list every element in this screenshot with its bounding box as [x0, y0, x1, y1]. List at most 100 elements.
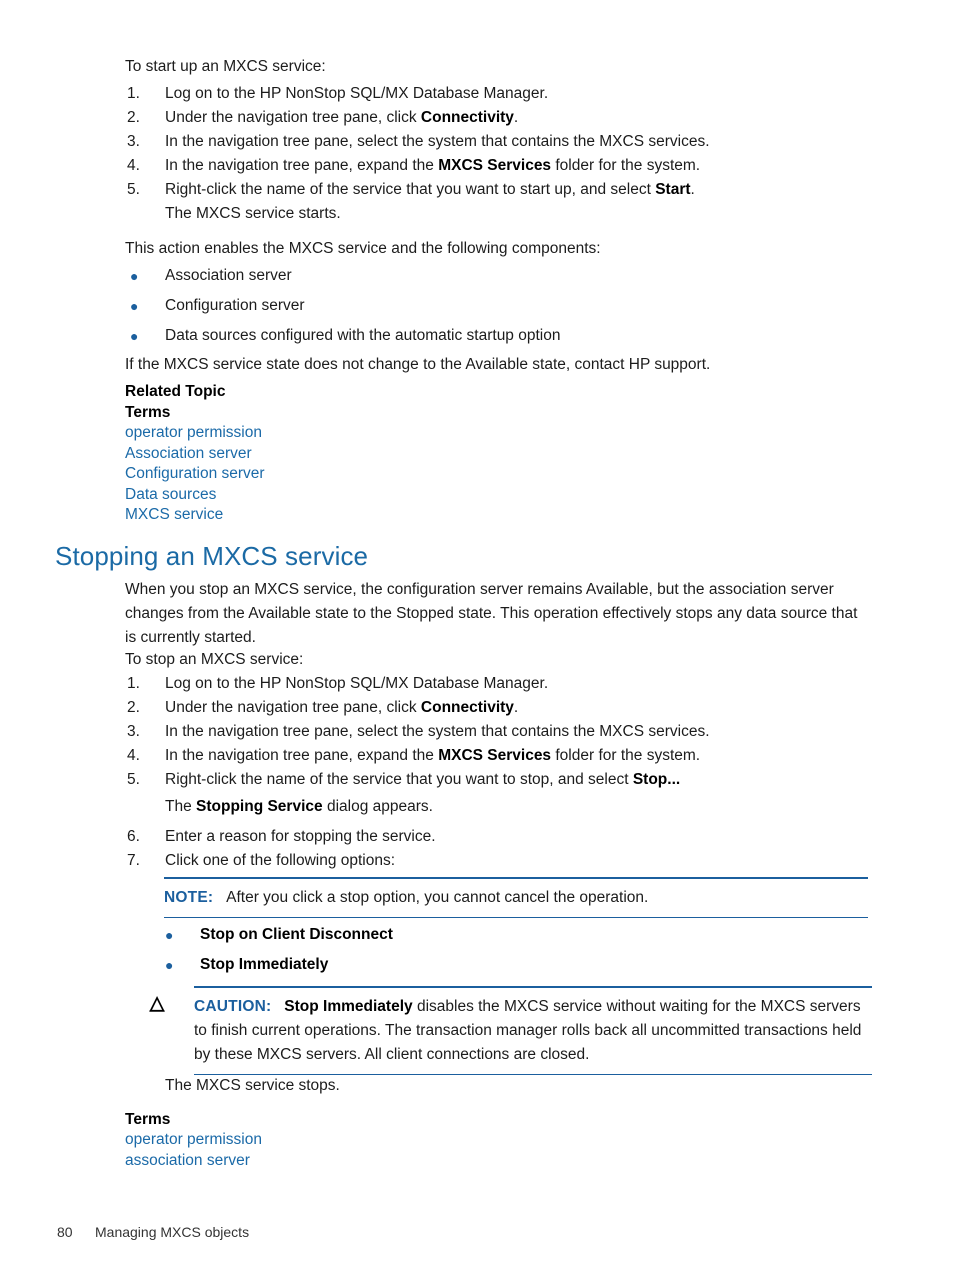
step-number: 1.	[127, 85, 140, 102]
step-text: In the navigation tree pane, select the …	[165, 723, 710, 740]
step-number: 5.	[127, 181, 140, 198]
step-emphasis: MXCS Services	[438, 747, 552, 764]
step-number: 7.	[127, 852, 140, 869]
note-label: NOTE:	[164, 888, 214, 906]
term-link-configuration-server[interactable]: Configuration server	[125, 464, 870, 485]
start-components-intro: This action enables the MXCS service and…	[125, 240, 601, 257]
step-text: Under the navigation tree pane, click	[165, 699, 421, 716]
step-text-tail: .	[513, 699, 519, 716]
step-number: 2.	[127, 699, 140, 716]
step-result-text: The MXCS service starts.	[165, 205, 341, 222]
list-item: ● Association server	[125, 261, 870, 291]
list-item: 5. Right-click the name of the service th…	[125, 768, 870, 792]
stop-options-list: ● Stop on Client Disconnect ● Stop Immedia…	[160, 920, 860, 980]
stop-result-text: The MXCS service stops.	[165, 1077, 340, 1094]
step-emphasis: Connectivity	[420, 109, 514, 126]
footer-chapter-title: Managing MXCS objects	[95, 1224, 250, 1240]
term-link-association-server[interactable]: association server	[125, 1151, 870, 1172]
stop-result: The MXCS service stops.	[125, 1074, 910, 1098]
step-text: Click one of the following options:	[165, 852, 396, 869]
step-number: 3.	[127, 723, 140, 740]
step-text: Under the navigation tree pane, click	[165, 109, 421, 126]
list-item: ● Stop Immediately	[160, 950, 860, 980]
stop-intro-paragraph: To stop an MXCS service:	[125, 651, 304, 668]
start-closing-paragraph: If the MXCS service state does not chang…	[125, 356, 711, 373]
step-number: 3.	[127, 133, 140, 150]
start-related-topic-block: Related Topic Terms operator permission …	[125, 381, 870, 526]
step-number: 6.	[127, 828, 140, 845]
step-number: 2.	[127, 109, 140, 126]
step-text: Enter a reason for stopping the service.	[165, 828, 436, 845]
step-emphasis: Stop...	[632, 771, 681, 788]
step-text-tail: .	[513, 109, 519, 126]
warning-triangle-icon: △	[149, 993, 165, 1014]
page-footer: 80 Managing MXCS objects	[57, 1223, 249, 1271]
step-text: Right-click the name of the service that…	[165, 181, 656, 198]
caution-admonition: △ CAUTION: Stop Immediately disables the…	[150, 986, 872, 1076]
step-number: 4.	[127, 157, 140, 174]
stop-steps-list-tail: 6. Enter a reason for stopping the servic…	[125, 825, 870, 873]
terms-label: Terms	[125, 1111, 171, 1128]
step-text-tail: folder for the system.	[551, 747, 701, 764]
start-components-list: ● Association server ● Configuration serve…	[125, 261, 870, 351]
related-topic-label: Related Topic	[125, 383, 226, 400]
stop-step5-result: The Stopping Service dialog appears.	[125, 795, 910, 819]
step-text: In the navigation tree pane, select the …	[165, 133, 710, 150]
step-emphasis: Start	[655, 181, 691, 198]
term-link-association-server[interactable]: Association server	[125, 444, 870, 465]
term-link-operator-permission[interactable]: operator permission	[125, 1130, 870, 1151]
stop-steps-list: 1. Log on to the HP NonStop SQL/MX Databa…	[125, 672, 870, 792]
step-result: The MXCS service starts.	[125, 202, 870, 226]
list-item: 1. Log on to the HP NonStop SQL/MX Databa…	[125, 82, 870, 106]
term-link-data-sources[interactable]: Data sources	[125, 485, 870, 506]
list-item: 2. Under the navigation tree pane, click …	[125, 696, 870, 720]
caution-body: CAUTION: Stop Immediately disables the M…	[194, 988, 872, 1074]
bullet-icon: ●	[130, 328, 139, 344]
bullet-icon: ●	[165, 957, 174, 973]
bullet-icon: ●	[165, 927, 174, 943]
list-item: 4. In the navigation tree pane, expand th…	[125, 744, 870, 768]
list-item: 5. Right-click the name of the service th…	[125, 178, 870, 202]
list-item-label: Configuration server	[165, 297, 305, 314]
list-item: 2. Under the navigation tree pane, click …	[125, 106, 870, 130]
start-steps-list: 1. Log on to the HP NonStop SQL/MX Databa…	[125, 82, 870, 226]
step-number: 4.	[127, 747, 140, 764]
page-title: Stopping an MXCS service	[55, 541, 369, 571]
document-page: To start up an MXCS service: 1. Log on to…	[0, 0, 954, 1271]
note-admonition: NOTE: After you click a stop option, you…	[164, 877, 868, 919]
bullet-icon: ●	[130, 298, 139, 314]
list-item-label: Data sources configured with the automat…	[165, 327, 561, 344]
list-item: ● Data sources configured with the automa…	[125, 321, 870, 351]
list-item: 3. In the navigation tree pane, select th…	[125, 130, 870, 154]
list-item: 1. Log on to the HP NonStop SQL/MX Databa…	[125, 672, 870, 696]
list-item-label: Association server	[165, 267, 292, 284]
list-item: ● Configuration server	[125, 291, 870, 321]
step-number: 1.	[127, 675, 140, 692]
option-label-stop-immediately: Stop Immediately	[200, 956, 329, 973]
term-link-mxcs-service[interactable]: MXCS service	[125, 505, 870, 526]
list-item: 4. In the navigation tree pane, expand th…	[125, 154, 870, 178]
caution-label: CAUTION:	[194, 997, 272, 1015]
note-text: After you click a stop option, you canno…	[226, 888, 649, 906]
step-text: In the navigation tree pane, expand the	[165, 157, 439, 174]
result-text-tail: dialog appears.	[322, 798, 433, 815]
note-body: NOTE: After you click a stop option, you…	[164, 879, 868, 917]
list-item: 3. In the navigation tree pane, select th…	[125, 720, 870, 744]
term-link-operator-permission[interactable]: operator permission	[125, 423, 870, 444]
step-text: Log on to the HP NonStop SQL/MX Database…	[165, 85, 549, 102]
list-item: 6. Enter a reason for stopping the servic…	[125, 825, 870, 849]
step-text: Right-click the name of the service that…	[165, 771, 633, 788]
start-intro-paragraph: To start up an MXCS service:	[125, 58, 326, 75]
step-text-tail: .	[690, 181, 695, 198]
list-item: 7. Click one of the following options:	[125, 849, 870, 873]
step-text: Log on to the HP NonStop SQL/MX Database…	[165, 675, 549, 692]
stop-terms-block: Terms operator permission association se…	[125, 1109, 870, 1171]
step-number: 5.	[127, 771, 140, 788]
note-bottom-rule	[164, 916, 868, 919]
step-text-tail: folder for the system.	[551, 157, 701, 174]
caution-emphasis: Stop Immediately	[284, 997, 413, 1015]
bullet-icon: ●	[130, 268, 139, 284]
dialog-name: Stopping Service	[196, 798, 323, 815]
step-emphasis: MXCS Services	[438, 157, 552, 174]
footer-page-number: 80	[57, 1224, 73, 1240]
